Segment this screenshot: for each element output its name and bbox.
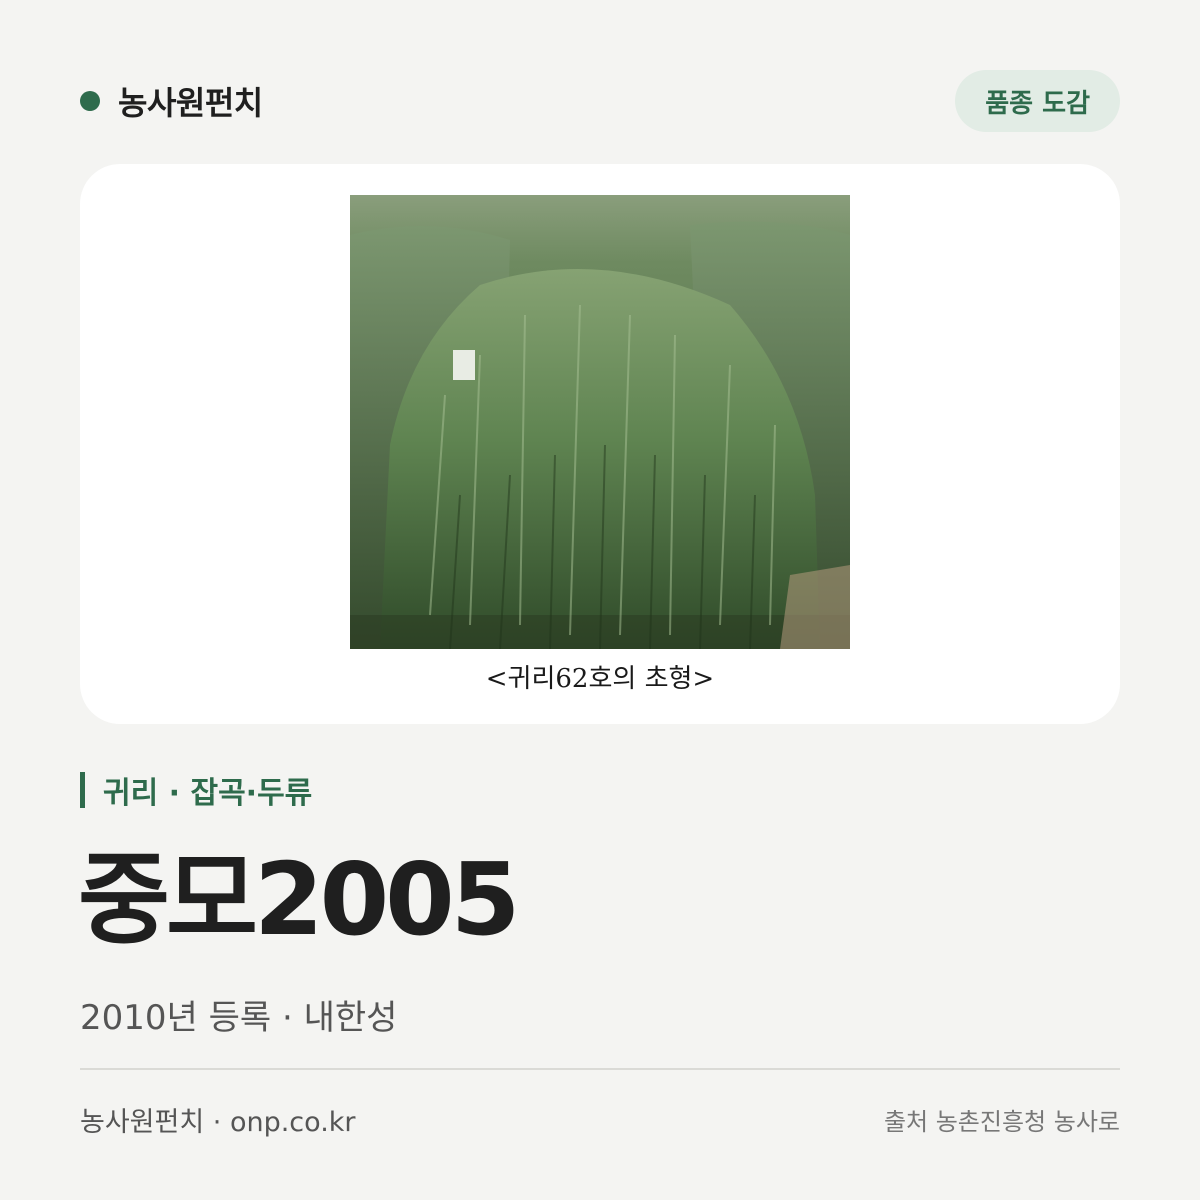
brand-name: 농사원펀치 bbox=[118, 84, 263, 122]
photo-card: <귀리62호의 초형> bbox=[80, 164, 1120, 724]
variety-meta: 2010년 등록 · 내한성 bbox=[80, 998, 398, 1038]
category-bar-icon bbox=[80, 772, 85, 808]
brand[interactable]: 농사원펀치 bbox=[80, 70, 263, 132]
header: 농사원펀치 품종 도감 bbox=[80, 70, 1120, 132]
footer-source: 출처 농촌진흥청 농사로 bbox=[883, 1108, 1120, 1136]
category-text: 귀리 · 잡곡·두류 bbox=[103, 776, 313, 811]
photo-caption: <귀리62호의 초형> bbox=[485, 664, 715, 694]
footer-site[interactable]: 농사원펀치 · onp.co.kr bbox=[80, 1100, 356, 1139]
variety-title: 중모2005 bbox=[78, 841, 520, 958]
brand-dot-icon bbox=[80, 91, 100, 111]
oat-field-photo bbox=[350, 195, 850, 649]
category-label: 귀리 · 잡곡·두류 bbox=[80, 770, 313, 811]
category-badge[interactable]: 품종 도감 bbox=[955, 70, 1120, 132]
divider bbox=[80, 1068, 1120, 1070]
